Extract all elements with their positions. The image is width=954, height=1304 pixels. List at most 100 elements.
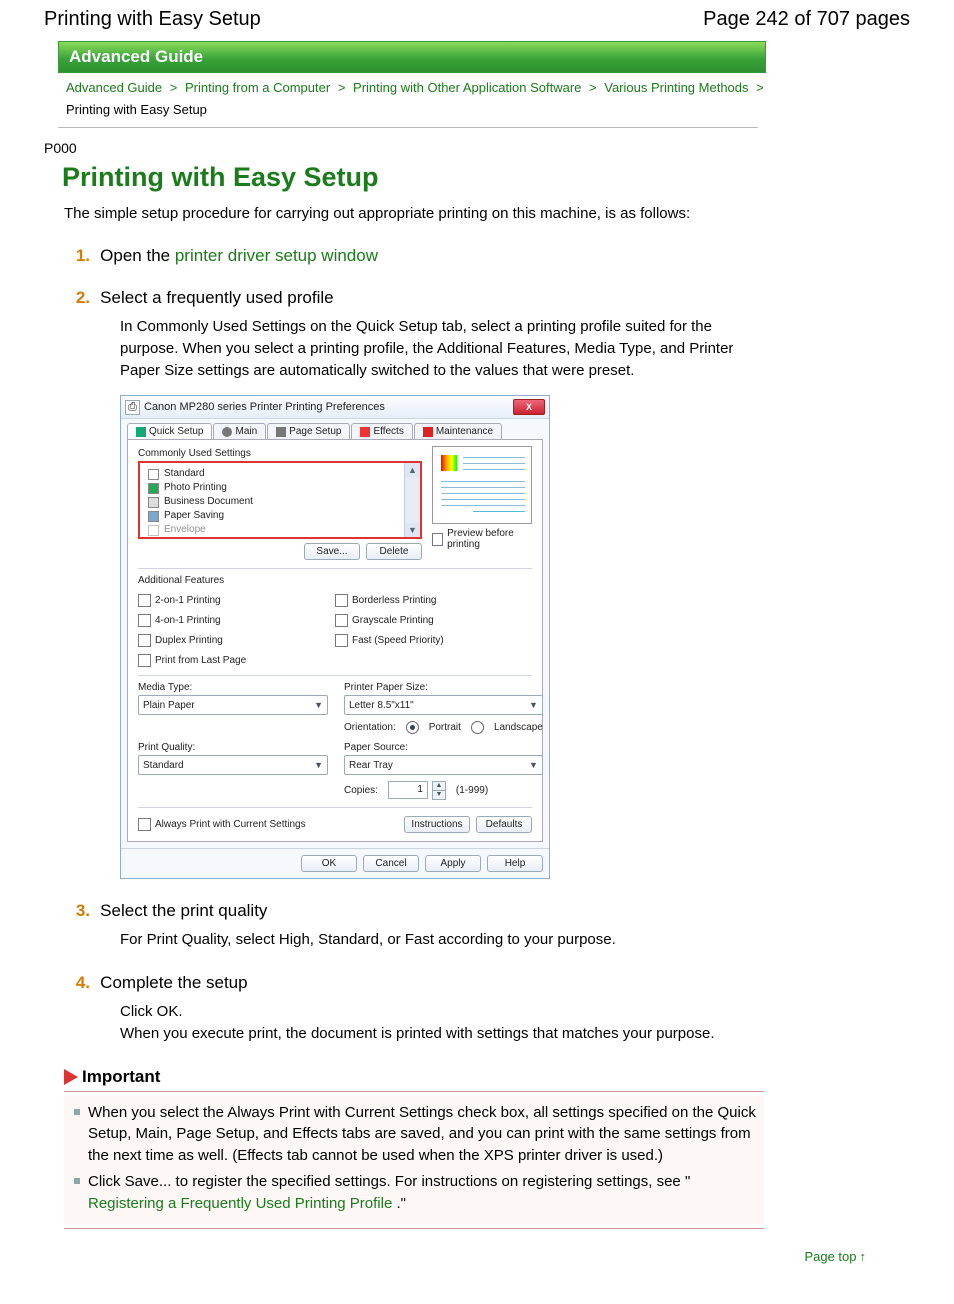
feature-label: Grayscale Printing: [352, 615, 434, 626]
chevron-down-icon: ▼: [529, 760, 538, 770]
tab-label: Maintenance: [436, 426, 493, 437]
standard-icon: [148, 469, 159, 480]
copies-input[interactable]: 1: [388, 781, 428, 799]
paper-source-select[interactable]: Rear Tray ▼: [344, 755, 543, 775]
copies-label: Copies:: [344, 785, 378, 796]
step-number: 2.: [70, 288, 90, 308]
always-print-label: Always Print with Current Settings: [155, 819, 306, 830]
landscape-label: Landscape: [494, 722, 543, 733]
arrow-up-icon: ↑: [860, 1249, 867, 1264]
close-button[interactable]: X: [513, 399, 545, 415]
breadcrumb-sep: >: [585, 80, 601, 95]
breadcrumb-link-0[interactable]: Advanced Guide: [66, 80, 162, 95]
scroll-up-icon[interactable]: ▲: [405, 463, 420, 477]
step-4: 4. Complete the setup Click OK. When you…: [70, 973, 910, 1045]
breadcrumb-link-3[interactable]: Various Printing Methods: [604, 80, 748, 95]
media-type-label: Media Type:: [138, 682, 328, 693]
important-text: Click Save... to register the specified …: [88, 1173, 690, 1190]
always-print-checkbox[interactable]: [138, 818, 151, 831]
scroll-down-icon[interactable]: ▼: [405, 523, 420, 537]
save-button[interactable]: Save...: [304, 543, 360, 560]
apply-button[interactable]: Apply: [425, 855, 481, 872]
profiles-scrollbar[interactable]: ▲▼: [404, 463, 420, 537]
tab-main[interactable]: Main: [213, 423, 266, 439]
orientation-landscape-radio[interactable]: [471, 721, 484, 734]
dialog-title: Canon MP280 series Printer Printing Pref…: [144, 401, 513, 413]
tab-label: Main: [235, 426, 257, 437]
portrait-label: Portrait: [429, 722, 461, 733]
step-body: For Print Quality, select High, Standard…: [120, 929, 760, 951]
orientation-label: Orientation:: [344, 722, 396, 733]
quick-setup-icon: [136, 427, 146, 437]
profile-paper-saving[interactable]: Paper Saving: [148, 509, 412, 523]
copies-down-icon[interactable]: ▼: [432, 790, 446, 800]
chevron-down-icon: ▼: [314, 700, 323, 710]
cancel-button[interactable]: Cancel: [363, 855, 419, 872]
breadcrumb: Advanced Guide > Printing from a Compute…: [66, 77, 910, 121]
profile-envelope[interactable]: Envelope: [148, 523, 412, 537]
help-button[interactable]: Help: [487, 855, 543, 872]
instructions-button[interactable]: Instructions: [404, 816, 470, 833]
important-item: Click Save... to register the specified …: [88, 1171, 760, 1215]
orientation-portrait-radio[interactable]: [406, 721, 419, 734]
printing-preferences-dialog: ⎙ Canon MP280 series Printer Printing Pr…: [120, 395, 550, 879]
feature-checkbox[interactable]: [335, 634, 348, 647]
tab-label: Page Setup: [289, 426, 341, 437]
feature-checkbox[interactable]: [138, 614, 151, 627]
step-title: Select the print quality: [100, 901, 267, 920]
tab-page-setup[interactable]: Page Setup: [267, 423, 350, 439]
step-title: Select a frequently used profile: [100, 288, 333, 307]
step-text: Open the: [100, 246, 175, 265]
business-icon: [148, 497, 159, 508]
profile-photo[interactable]: Photo Printing: [148, 481, 412, 495]
preview-checkbox[interactable]: [432, 533, 443, 546]
breadcrumb-link-1[interactable]: Printing from a Computer: [185, 80, 330, 95]
registering-profile-link[interactable]: Registering a Frequently Used Printing P…: [88, 1195, 392, 1212]
tab-effects[interactable]: Effects: [351, 423, 412, 439]
step-3: 3. Select the print quality For Print Qu…: [70, 901, 910, 951]
feature-checkbox[interactable]: [138, 654, 151, 667]
intro-text: The simple setup procedure for carrying …: [64, 205, 910, 222]
tab-quick-setup[interactable]: Quick Setup: [127, 423, 212, 439]
feature-label: Duplex Printing: [155, 635, 223, 646]
select-value: Standard: [143, 760, 184, 771]
profile-label: Paper Saving: [164, 509, 224, 523]
bullet-icon: [74, 1178, 80, 1184]
ok-button[interactable]: OK: [301, 855, 357, 872]
step-number: 1.: [70, 246, 90, 266]
profile-business[interactable]: Business Document: [148, 495, 412, 509]
breadcrumb-link-2[interactable]: Printing with Other Application Software: [353, 80, 581, 95]
tab-maintenance[interactable]: Maintenance: [414, 423, 502, 439]
delete-button[interactable]: Delete: [366, 543, 422, 560]
profile-standard[interactable]: Standard: [148, 467, 412, 481]
step-1: 1. Open the printer driver setup window: [70, 246, 910, 266]
feature-checkbox[interactable]: [138, 634, 151, 647]
paper-size-select[interactable]: Letter 8.5"x11"▼: [344, 695, 543, 715]
printer-driver-link[interactable]: printer driver setup window: [175, 246, 378, 265]
feature-checkbox[interactable]: [335, 614, 348, 627]
dialog-tabs: Quick Setup Main Page Setup Effects Main…: [127, 423, 543, 440]
main-icon: [222, 427, 232, 437]
select-value: Rear Tray: [349, 760, 393, 771]
important-icon: [64, 1069, 78, 1085]
defaults-button[interactable]: Defaults: [476, 816, 532, 833]
print-quality-select[interactable]: Standard▼: [138, 755, 328, 775]
important-text: .": [397, 1195, 407, 1212]
profile-label: Business Document: [164, 495, 253, 509]
breadcrumb-sep: >: [752, 80, 768, 95]
photo-icon: [148, 483, 159, 494]
profiles-list[interactable]: Standard Photo Printing Business Documen…: [138, 461, 422, 539]
page-top-link[interactable]: Page top: [804, 1249, 856, 1264]
tab-label: Effects: [373, 426, 403, 437]
breadcrumb-sep: >: [334, 80, 350, 95]
effects-icon: [360, 427, 370, 437]
preview-label: Preview before printing: [447, 528, 532, 550]
feature-checkbox[interactable]: [335, 594, 348, 607]
feature-label: 2-on-1 Printing: [155, 595, 221, 606]
breadcrumb-current: Printing with Easy Setup: [66, 102, 207, 117]
feature-checkbox[interactable]: [138, 594, 151, 607]
media-type-select[interactable]: Plain Paper▼: [138, 695, 328, 715]
page-indicator: Page 242 of 707 pages: [703, 8, 910, 31]
step-number: 3.: [70, 901, 90, 921]
maintenance-icon: [423, 427, 433, 437]
